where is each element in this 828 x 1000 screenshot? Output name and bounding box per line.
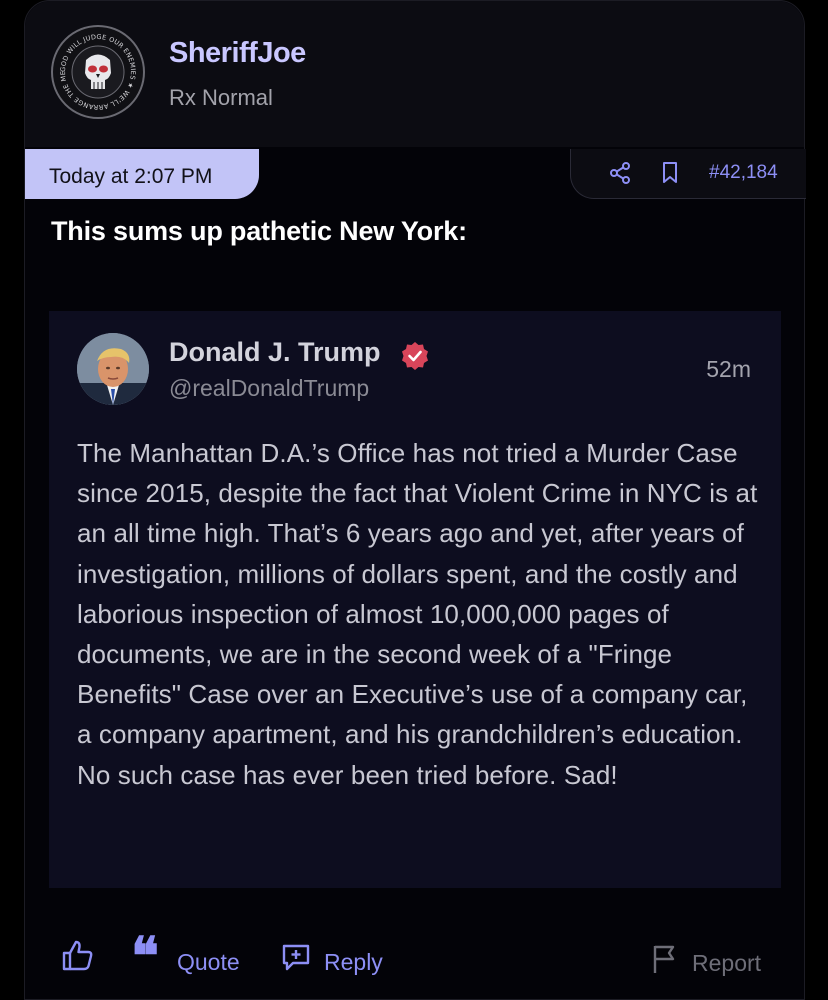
embedded-tweet[interactable]: Donald J. Trump @realDonaldTrump 52m The… [49, 311, 781, 888]
verified-badge-icon [402, 342, 428, 370]
post-date[interactable]: Today at 2:07 PM [25, 149, 259, 199]
quote-icon: ❝ [131, 926, 159, 987]
post-card: GOD WILL JUDGE OUR ENEMIES ★ WE'LL ARRAN… [24, 0, 806, 1000]
thumbs-up-icon[interactable] [61, 939, 95, 973]
author-photo-icon [77, 333, 149, 405]
reply-button-label[interactable]: Reply [324, 949, 383, 976]
embed-timestamp[interactable]: 52m [706, 356, 751, 383]
report-button-label[interactable]: Report [692, 950, 761, 977]
post-meta-bar: Today at 2:07 PM #42,184 [25, 147, 806, 203]
punisher-skull-icon: GOD WILL JUDGE OUR ENEMIES ★ WE'LL ARRAN… [53, 27, 141, 115]
user-avatar[interactable]: GOD WILL JUDGE OUR ENEMIES ★ WE'LL ARRAN… [51, 25, 145, 119]
embed-body-text: The Manhattan D.A.’s Office has not trie… [77, 438, 758, 790]
embed-author-handle[interactable]: @realDonaldTrump [169, 375, 369, 402]
post-number-link[interactable]: #42,184 [709, 162, 778, 184]
share-icon[interactable] [609, 162, 631, 184]
post-message: This sums up pathetic New York: [51, 216, 467, 246]
bookmark-icon[interactable] [659, 161, 681, 185]
reply-icon[interactable] [281, 943, 311, 971]
post-footer: ❝ Quote Reply Report [25, 931, 804, 991]
user-title: Rx Normal [169, 85, 273, 110]
flag-icon[interactable] [651, 944, 677, 974]
embed-author-name[interactable]: Donald J. Trump [169, 337, 381, 368]
username[interactable]: SheriffJoe [169, 37, 306, 70]
embed-author-avatar[interactable] [77, 333, 149, 405]
post-header: GOD WILL JUDGE OUR ENEMIES ★ WE'LL ARRAN… [25, 1, 804, 147]
quote-label: Quote [177, 949, 240, 975]
post-actions: #42,184 [570, 149, 806, 199]
